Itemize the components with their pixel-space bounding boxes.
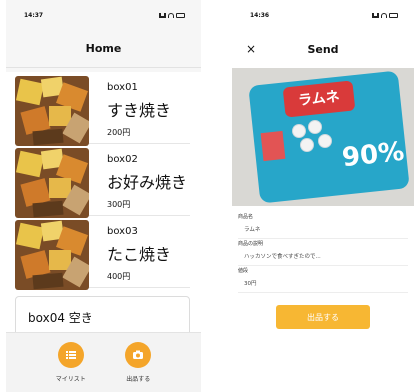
status-icons (159, 12, 185, 18)
list-icon (57, 342, 84, 368)
box-code: box03 (107, 226, 138, 237)
send-screen: 14:36 × Send ラムネ 90% 商品名 ラムネ 商品の説明 ハッカソン… (232, 0, 414, 392)
tab-sell[interactable]: 出品する (125, 342, 152, 383)
status-icons (372, 12, 398, 18)
name-label: 商品名 (238, 214, 254, 220)
description-field[interactable]: ハッカソンで食べすぎたので... (238, 247, 408, 266)
list-item-box04-empty[interactable]: box04 空き (15, 296, 190, 336)
food-thumbnail (15, 220, 89, 290)
page-title: Send (307, 42, 339, 56)
name-field[interactable]: ラムネ (238, 220, 408, 239)
box-list: box01 すき焼き 200円 box02 お好み焼き 300円 box03 た… (6, 72, 201, 336)
box-price: 300円 (107, 200, 131, 209)
box-title: お好み焼き (107, 173, 188, 192)
battery-icon (176, 12, 185, 18)
status-time: 14:37 (24, 11, 44, 19)
price-field[interactable]: 30円 (238, 274, 408, 293)
close-icon[interactable]: × (246, 42, 256, 56)
tab-label: マイリスト (55, 376, 86, 383)
status-bar: 14:36 (232, 0, 414, 30)
camera-icon (125, 342, 152, 368)
list-item-box03[interactable]: box03 たこ焼き 400円 (15, 216, 190, 290)
wifi-icon (168, 12, 174, 18)
box-price: 200円 (107, 128, 131, 137)
item-form: 商品名 ラムネ 商品の説明 ハッカソンで食べすぎたので... 値段 30円 出品… (232, 206, 414, 329)
page-title: Home (85, 42, 122, 55)
description-label: 商品の説明 (238, 241, 264, 247)
submit-listing-button[interactable]: 出品する (276, 305, 370, 329)
nav-bar: Home (6, 30, 201, 68)
tab-mylist[interactable]: マイリスト (56, 342, 86, 383)
battery-icon (389, 12, 398, 18)
tab-bar: マイリスト 出品する (6, 332, 201, 392)
status-bar: 14:37 (6, 0, 201, 30)
home-screen: 14:37 Home box01 すき焼き 200円 box02 お好み焼き 3… (6, 0, 201, 392)
box-price: 400円 (107, 272, 131, 281)
box-code: box01 (107, 82, 138, 93)
status-time: 14:36 (250, 11, 270, 19)
signal-icon (372, 12, 379, 18)
list-item-box01[interactable]: box01 すき焼き 200円 (15, 72, 190, 146)
empty-box-label: box04 空き (28, 311, 93, 325)
tab-label: 出品する (126, 376, 151, 383)
product-photo: ラムネ 90% (232, 68, 414, 206)
food-thumbnail (15, 76, 89, 146)
box-title: たこ焼き (107, 245, 172, 264)
nav-bar: × Send (232, 30, 414, 68)
price-label: 値段 (238, 268, 249, 274)
box-title: すき焼き (107, 101, 172, 120)
list-item-box02[interactable]: box02 お好み焼き 300円 (15, 144, 190, 218)
wifi-icon (381, 12, 387, 18)
food-thumbnail (15, 148, 89, 218)
box-code: box02 (107, 154, 138, 165)
signal-icon (159, 12, 166, 18)
